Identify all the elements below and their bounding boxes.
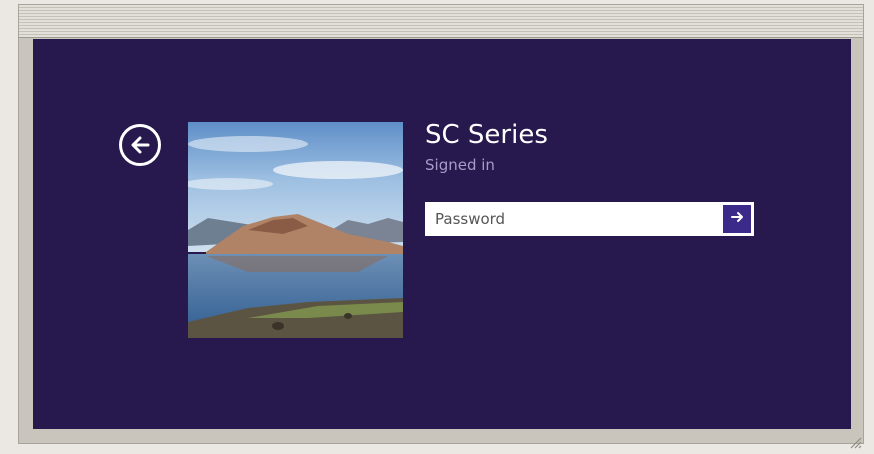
window-title-bar[interactable]	[19, 5, 863, 38]
user-avatar	[188, 122, 403, 338]
user-name: SC Series	[425, 119, 548, 151]
back-button[interactable]	[119, 124, 161, 166]
password-input[interactable]	[426, 203, 720, 235]
resize-grip-icon[interactable]	[848, 435, 862, 449]
back-arrow-icon	[128, 133, 152, 157]
password-box	[425, 202, 754, 236]
arrow-right-icon	[730, 210, 744, 229]
submit-button[interactable]	[723, 205, 751, 233]
user-status: Signed in	[425, 155, 495, 175]
